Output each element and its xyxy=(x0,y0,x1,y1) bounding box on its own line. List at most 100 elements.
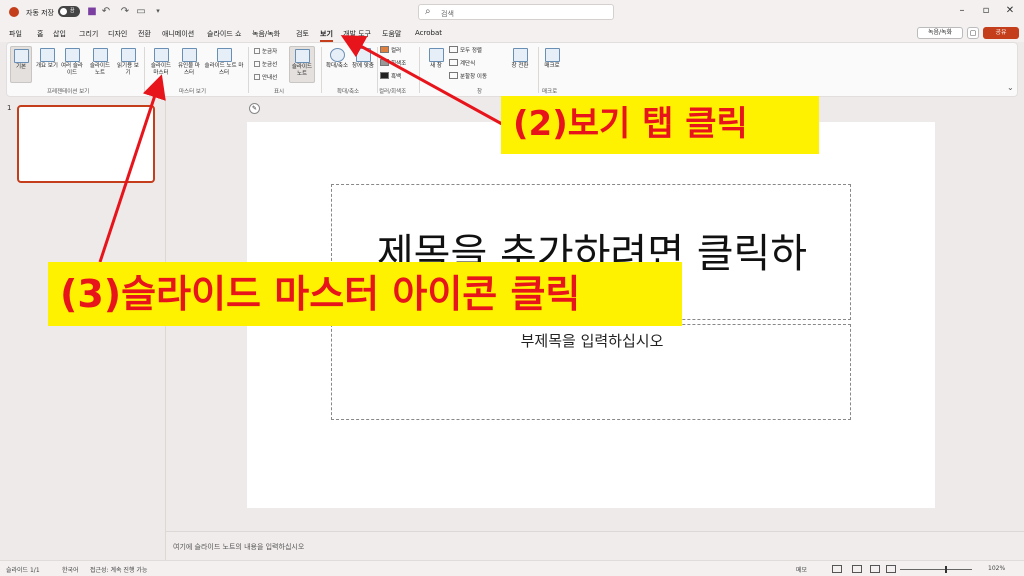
record-button[interactable]: 녹음/녹화 xyxy=(917,27,963,39)
new-window-label: 새 창 xyxy=(430,63,442,69)
separator xyxy=(377,47,378,93)
normal-view-button[interactable]: 기본 xyxy=(10,46,32,83)
designer-icon[interactable]: ✎ xyxy=(249,103,260,114)
normal-view-icon[interactable] xyxy=(832,565,842,573)
restore-icon[interactable]: ▫ xyxy=(979,3,993,19)
zoom-icon xyxy=(329,48,345,62)
outline-view-label: 개요 보기 xyxy=(36,63,58,69)
slide-master-label: 슬라이드 마스터 xyxy=(150,63,172,76)
ruler-checkbox[interactable]: 눈금자 xyxy=(254,47,277,55)
tab-view[interactable]: 보기 xyxy=(320,29,333,42)
slide-master-icon xyxy=(153,48,169,62)
new-window-button[interactable]: 새 창 xyxy=(423,46,449,70)
cascade-label: 계단식 xyxy=(460,61,476,67)
notes-toggle[interactable]: 메모 xyxy=(796,565,807,574)
zoom-slider-handle[interactable] xyxy=(945,566,947,573)
customize-icon[interactable]: ▾ xyxy=(152,5,164,18)
gridlines-checkbox[interactable]: 눈금선 xyxy=(254,60,277,68)
outline-view-icon xyxy=(39,48,55,62)
zoom-button[interactable]: 확대/축소 xyxy=(324,46,350,70)
notes-master-icon xyxy=(216,48,232,62)
redo-icon[interactable]: ↷ xyxy=(119,5,131,18)
tab-help[interactable]: 도움말 xyxy=(382,29,401,39)
search-input[interactable]: ⌕ 검색 xyxy=(418,4,614,20)
slide-sorter-label: 여러 슬라이드 xyxy=(61,63,83,76)
notes-icon xyxy=(294,49,310,63)
save-icon[interactable]: ■ xyxy=(86,5,98,18)
tab-design[interactable]: 디자인 xyxy=(108,29,127,39)
normal-view-label: 기본 xyxy=(15,64,27,70)
arrange-all-icon xyxy=(449,46,458,53)
subtitle-placeholder-text: 부제목을 입력하십시오 xyxy=(520,332,664,350)
reading-view-button[interactable]: 읽기용 보기 xyxy=(115,46,141,77)
slide-master-button[interactable]: 슬라이드 마스터 xyxy=(148,46,174,77)
switch-window-button[interactable]: 창 전환 xyxy=(505,46,535,70)
group-label-zoom: 확대/축소 xyxy=(337,89,360,95)
autosave-state: 끔 xyxy=(70,8,75,14)
zoom-slider[interactable] xyxy=(900,569,972,570)
checkbox-icon xyxy=(254,74,260,80)
tab-home[interactable]: 홈 xyxy=(37,29,43,39)
tab-record[interactable]: 녹음/녹화 xyxy=(252,29,280,39)
separator xyxy=(144,47,145,93)
notes-button[interactable]: 슬라이드 노트 xyxy=(289,46,315,83)
status-bar: 슬라이드 1/1 한국어 접근성: 계속 진행 가능 메모 102% xyxy=(0,560,1024,576)
search-placeholder: 검색 xyxy=(441,10,454,18)
group-label-presentation-views: 프레젠테이션 보기 xyxy=(47,89,90,95)
notes-master-button[interactable]: 슬라이드 노트 마스터 xyxy=(204,46,244,77)
group-label-show: 표시 xyxy=(274,89,285,95)
comments-icon[interactable]: ▢ xyxy=(967,27,979,39)
tab-developer[interactable]: 개발 도구 xyxy=(343,29,371,39)
slide-sorter-icon[interactable] xyxy=(852,565,862,573)
share-button[interactable]: 공유 xyxy=(983,27,1019,39)
zoom-level[interactable]: 102% xyxy=(988,565,1005,572)
guides-checkbox[interactable]: 안내선 xyxy=(254,73,277,81)
close-icon[interactable]: ✕ xyxy=(1003,3,1017,19)
notes-master-label: 슬라이드 노트 마스터 xyxy=(204,63,244,76)
zoom-label: 확대/축소 xyxy=(325,63,349,69)
slide-sorter-button[interactable]: 여러 슬라이드 xyxy=(59,46,85,77)
ruler-label: 눈금자 xyxy=(262,49,278,55)
tab-file[interactable]: 파일 xyxy=(9,29,22,39)
accessibility-status[interactable]: 접근성: 계속 진행 가능 xyxy=(90,565,147,574)
notes-page-button[interactable]: 슬라이드 노트 xyxy=(87,46,113,77)
reading-view-icon[interactable] xyxy=(870,565,880,573)
slideshow-icon[interactable] xyxy=(886,565,896,573)
separator xyxy=(248,47,249,93)
fit-to-window-button[interactable]: 창에 맞춤 xyxy=(350,46,376,70)
tab-insert[interactable]: 삽입 xyxy=(53,29,66,39)
autosave-toggle[interactable]: 끔 xyxy=(58,6,80,17)
handout-master-button[interactable]: 유인물 마스터 xyxy=(176,46,202,77)
color-button[interactable]: 컬러 xyxy=(380,46,401,54)
tab-acrobat[interactable]: Acrobat xyxy=(415,29,442,37)
undo-icon[interactable]: ↶ xyxy=(100,5,112,18)
step3-callout: (3)슬라이드 마스터 아이콘 클릭 xyxy=(48,262,682,326)
powerpoint-logo-icon xyxy=(9,7,19,17)
tab-draw[interactable]: 그리기 xyxy=(79,29,98,39)
grayscale-button[interactable]: 회색조 xyxy=(380,59,406,67)
macro-label: 매크로 xyxy=(544,63,560,69)
slide-thumbnail[interactable] xyxy=(17,105,155,183)
arrange-all-label: 모두 정렬 xyxy=(460,48,482,54)
language[interactable]: 한국어 xyxy=(62,565,79,574)
cascade-icon xyxy=(449,59,458,66)
normal-view-icon xyxy=(13,49,29,63)
move-split-button[interactable]: 분할창 이동 xyxy=(449,72,487,80)
cascade-button[interactable]: 계단식 xyxy=(449,59,475,67)
tab-slideshow[interactable]: 슬라이드 쇼 xyxy=(207,29,241,39)
outline-view-button[interactable]: 개요 보기 xyxy=(34,46,60,70)
notes-pane[interactable]: 여기에 슬라이드 노트의 내용을 입력하십시오 xyxy=(166,531,1024,560)
autosave-label: 자동 저장 xyxy=(26,9,54,17)
arrange-all-button[interactable]: 모두 정렬 xyxy=(449,46,482,54)
grayscale-label: 회색조 xyxy=(391,61,407,67)
minimize-icon[interactable]: – xyxy=(955,3,969,19)
tab-animations[interactable]: 애니메이션 xyxy=(162,29,194,39)
ribbon-collapse-icon[interactable]: ⌄ xyxy=(1007,83,1014,92)
black-white-button[interactable]: 흑백 xyxy=(380,72,401,80)
tab-review[interactable]: 검토 xyxy=(296,29,309,39)
presentation-icon[interactable]: ▭ xyxy=(135,5,147,18)
macro-button[interactable]: 매크로 xyxy=(539,46,565,70)
slide-sorter-icon xyxy=(64,48,80,62)
subtitle-placeholder[interactable]: 부제목을 입력하십시오 xyxy=(331,324,851,420)
tab-transitions[interactable]: 전환 xyxy=(138,29,151,39)
